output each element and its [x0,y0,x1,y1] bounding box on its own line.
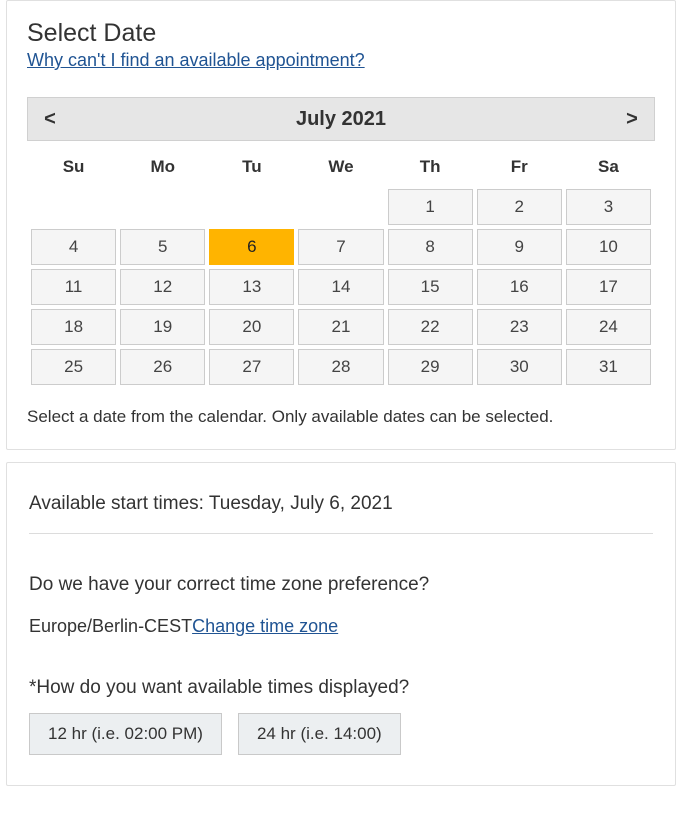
help-link[interactable]: Why can't I find an available appointmen… [27,50,365,70]
calendar-day[interactable]: 22 [388,309,473,345]
calendar-header: < July 2021 > [27,97,655,141]
calendar-day[interactable]: 9 [477,229,562,265]
calendar-day[interactable]: 1 [388,189,473,225]
calendar-empty-cell [31,189,116,225]
calendar: < July 2021 > SuMoTuWeThFrSa 12345678910… [27,97,655,389]
calendar-dow: Su [31,149,116,185]
calendar-day[interactable]: 17 [566,269,651,305]
calendar-instruction: Select a date from the calendar. Only av… [27,407,655,427]
calendar-day[interactable]: 23 [477,309,562,345]
calendar-day[interactable]: 19 [120,309,205,345]
calendar-day[interactable]: 15 [388,269,473,305]
calendar-day[interactable]: 14 [298,269,383,305]
format-question: *How do you want available times display… [29,677,653,699]
calendar-day[interactable]: 25 [31,349,116,385]
calendar-day[interactable]: 28 [298,349,383,385]
calendar-day[interactable]: 21 [298,309,383,345]
calendar-day[interactable]: 11 [31,269,116,305]
calendar-day[interactable]: 18 [31,309,116,345]
calendar-day[interactable]: 6 [209,229,294,265]
calendar-day[interactable]: 7 [298,229,383,265]
calendar-dow: Mo [120,149,205,185]
calendar-prev-button[interactable]: < [28,108,72,131]
calendar-empty-cell [298,189,383,225]
format-24hr-button[interactable]: 24 hr (i.e. 14:00) [238,713,401,755]
format-buttons: 12 hr (i.e. 02:00 PM) 24 hr (i.e. 14:00) [29,713,653,755]
calendar-day[interactable]: 30 [477,349,562,385]
calendar-day[interactable]: 13 [209,269,294,305]
calendar-day[interactable]: 16 [477,269,562,305]
calendar-day[interactable]: 20 [209,309,294,345]
calendar-dow: Sa [566,149,651,185]
times-card: Available start times: Tuesday, July 6, … [6,462,676,786]
timezone-row: Europe/Berlin-CESTChange time zone [29,616,653,637]
calendar-day[interactable]: 29 [388,349,473,385]
divider [29,533,653,534]
calendar-day[interactable]: 8 [388,229,473,265]
page-title: Select Date [27,19,655,48]
calendar-day[interactable]: 24 [566,309,651,345]
calendar-day[interactable]: 4 [31,229,116,265]
date-select-card: Select Date Why can't I find an availabl… [6,0,676,450]
calendar-day[interactable]: 2 [477,189,562,225]
calendar-day[interactable]: 5 [120,229,205,265]
calendar-day[interactable]: 31 [566,349,651,385]
calendar-empty-cell [120,189,205,225]
calendar-dow: Th [388,149,473,185]
timezone-question: Do we have your correct time zone prefer… [29,574,653,596]
calendar-dow: We [298,149,383,185]
calendar-day[interactable]: 26 [120,349,205,385]
calendar-day[interactable]: 27 [209,349,294,385]
calendar-day[interactable]: 10 [566,229,651,265]
change-timezone-link[interactable]: Change time zone [192,616,338,636]
available-times-heading: Available start times: Tuesday, July 6, … [29,493,653,515]
calendar-dow: Tu [209,149,294,185]
calendar-day[interactable]: 3 [566,189,651,225]
calendar-month-label: July 2021 [72,108,610,131]
calendar-day[interactable]: 12 [120,269,205,305]
timezone-value: Europe/Berlin-CEST [29,616,192,636]
calendar-grid: SuMoTuWeThFrSa 1234567891011121314151617… [27,145,655,389]
format-12hr-button[interactable]: 12 hr (i.e. 02:00 PM) [29,713,222,755]
calendar-next-button[interactable]: > [610,108,654,131]
calendar-dow: Fr [477,149,562,185]
calendar-empty-cell [209,189,294,225]
